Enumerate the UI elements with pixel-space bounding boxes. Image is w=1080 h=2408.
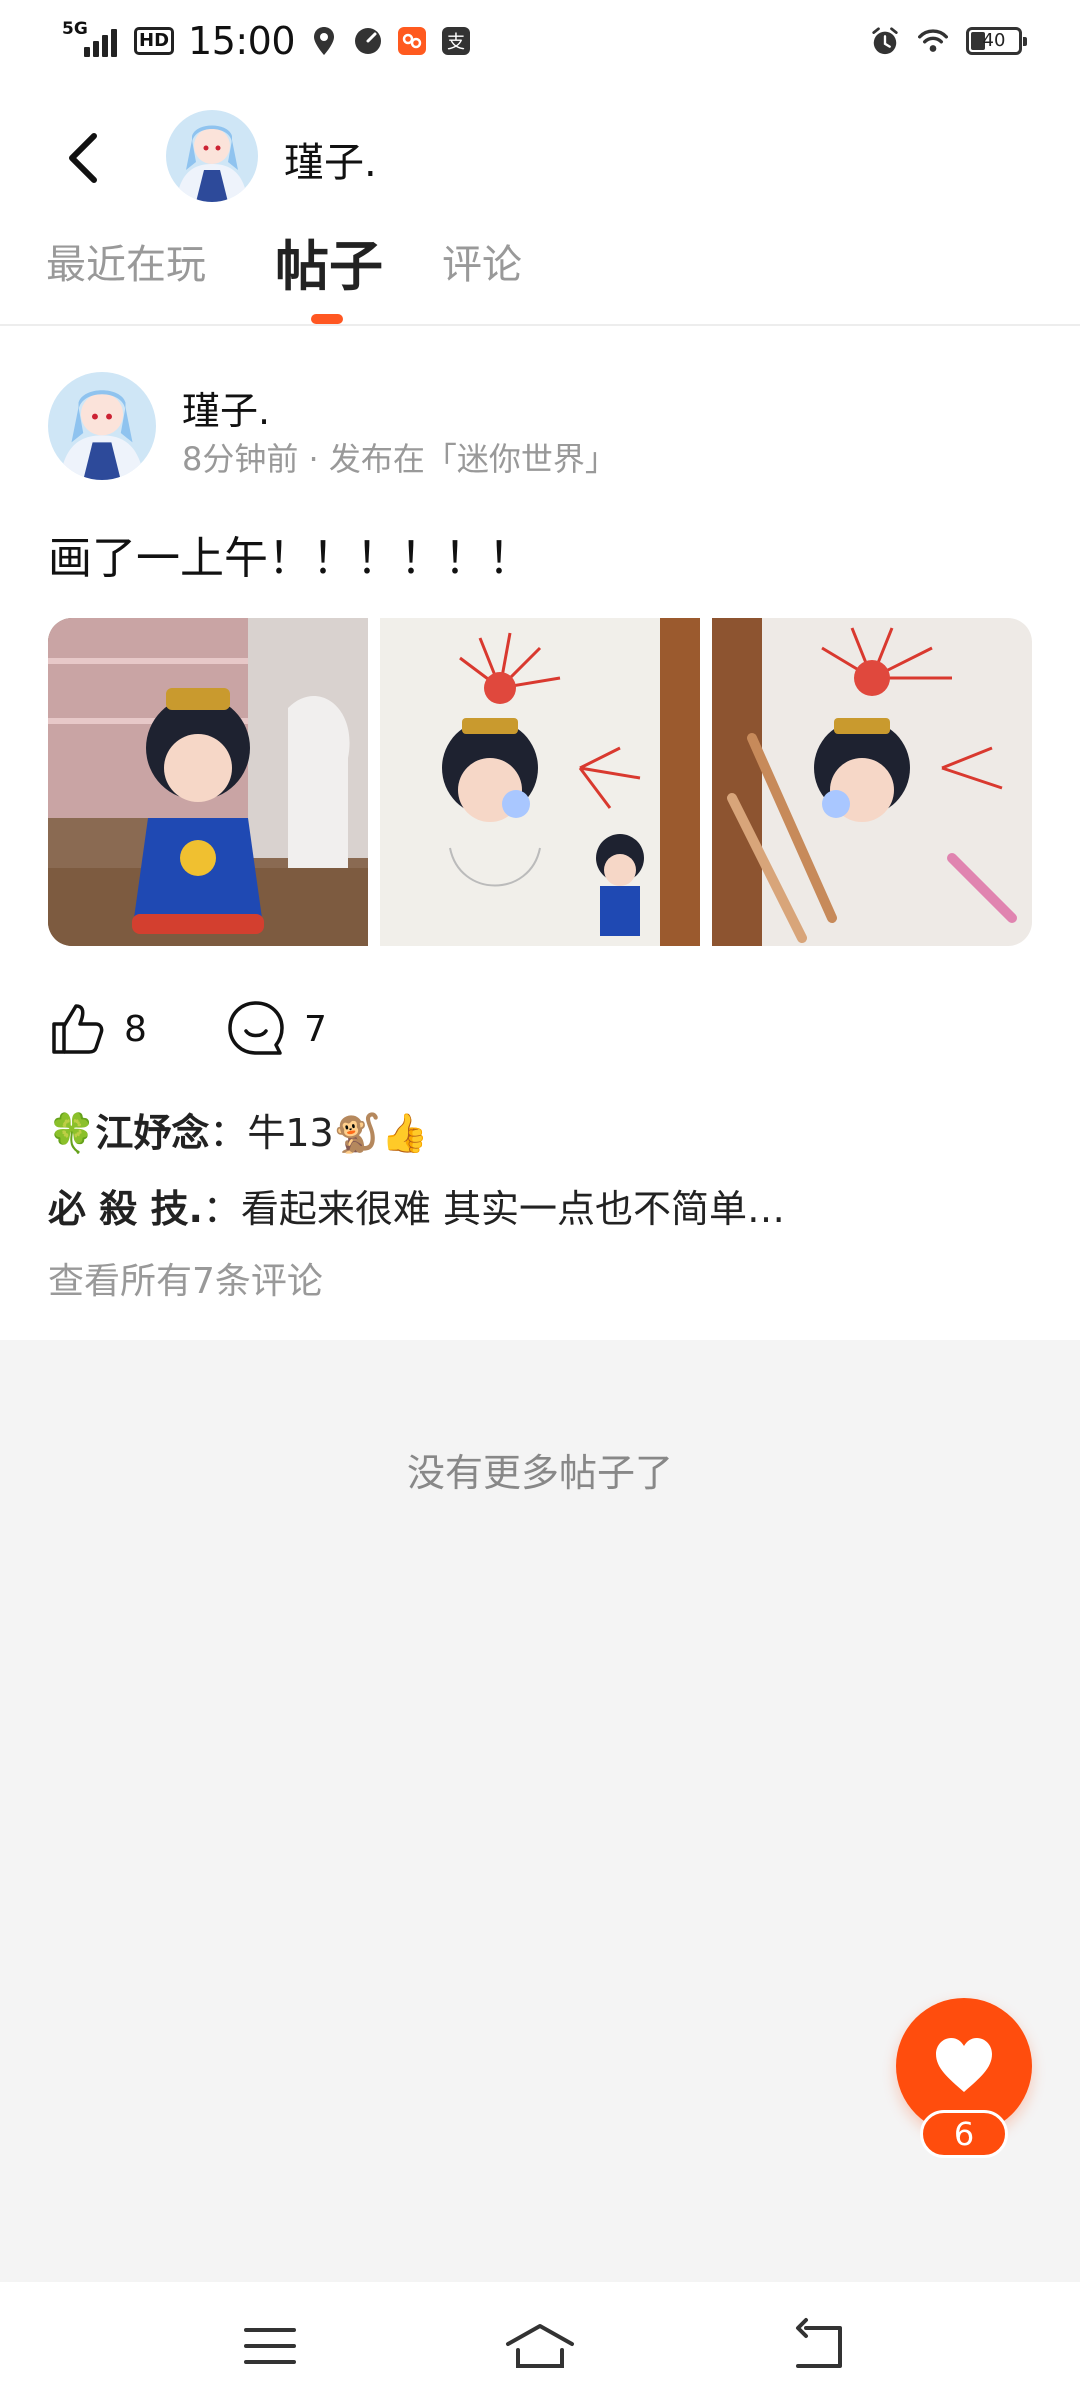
comment-preview[interactable]: 必 殺 技.：看起来很难 其实一点也不简单… xyxy=(48,1178,785,1233)
menu-nav-button[interactable] xyxy=(240,2316,300,2376)
post-text: 画了一上午！！！！！！ xyxy=(48,533,532,584)
post-image-drawing[interactable] xyxy=(380,618,700,946)
back-nav-button[interactable] xyxy=(790,2316,850,2376)
home-nav-button[interactable] xyxy=(504,2316,576,2376)
location-icon xyxy=(309,26,339,56)
battery-icon: 40 xyxy=(966,27,1027,55)
status-bar: 5G HD 15:00 支 40 xyxy=(0,0,1080,84)
comment-separator: ： xyxy=(209,1111,248,1155)
comment-user: 必 殺 技. xyxy=(48,1187,203,1231)
return-icon xyxy=(796,2318,842,2368)
hd-badge: HD xyxy=(134,27,175,55)
favorite-fab[interactable]: 6 xyxy=(896,1998,1032,2158)
status-time: 15:00 xyxy=(188,19,296,63)
tab-recent-play[interactable]: 最近在玩 xyxy=(46,232,206,290)
comment-button[interactable]: 7 xyxy=(226,994,327,1064)
user-avatar[interactable] xyxy=(166,110,258,202)
tab-posts[interactable]: 帖子 xyxy=(275,222,383,301)
comment-icon xyxy=(228,1001,284,1055)
chevron-left-icon xyxy=(69,133,97,183)
divider xyxy=(0,324,1080,326)
app-notification-icon xyxy=(397,26,427,56)
like-button[interactable]: 8 xyxy=(48,994,147,1064)
comment-text: 看起来很难 其实一点也不简单… xyxy=(240,1187,786,1231)
speed-icon xyxy=(353,26,383,56)
post-images xyxy=(48,618,1032,946)
comment-count: 7 xyxy=(304,1008,327,1050)
signal-icon: 5G xyxy=(62,21,120,61)
svg-text:支: 支 xyxy=(447,32,465,53)
header-username: 瑾子. xyxy=(284,140,377,186)
network-type: 5G xyxy=(62,19,88,39)
no-more-posts-text: 没有更多帖子了 xyxy=(406,1451,673,1495)
home-icon xyxy=(506,2324,574,2368)
thumbs-up-icon xyxy=(52,1004,104,1054)
back-button[interactable] xyxy=(58,122,114,194)
comment-preview[interactable]: 🍀江妤念：牛13🐒👍 xyxy=(48,1102,428,1157)
post-meta: 8分钟前 · 发布在「迷你世界」 xyxy=(182,440,617,478)
alarm-icon xyxy=(870,26,900,56)
system-nav-bar xyxy=(0,2282,1080,2408)
post-image-figurine[interactable] xyxy=(48,618,368,946)
alipay-icon: 支 xyxy=(441,26,471,56)
like-count: 8 xyxy=(124,1008,147,1050)
tab-comments[interactable]: 评论 xyxy=(442,232,522,290)
menu-icon xyxy=(244,2328,296,2364)
post-author-name[interactable]: 瑾子. xyxy=(182,380,270,435)
comment-user: 🍀江妤念 xyxy=(48,1111,210,1155)
comment-separator: ： xyxy=(202,1187,241,1231)
active-tab-indicator xyxy=(311,314,343,324)
wifi-icon xyxy=(918,26,948,56)
post-image-pencils[interactable] xyxy=(712,618,1032,946)
post-author-avatar[interactable] xyxy=(48,372,156,480)
view-all-comments-link[interactable]: 查看所有7条评论 xyxy=(48,1252,323,1304)
comment-text: 牛13🐒👍 xyxy=(247,1111,429,1155)
favorite-count-badge: 6 xyxy=(920,2110,1008,2158)
